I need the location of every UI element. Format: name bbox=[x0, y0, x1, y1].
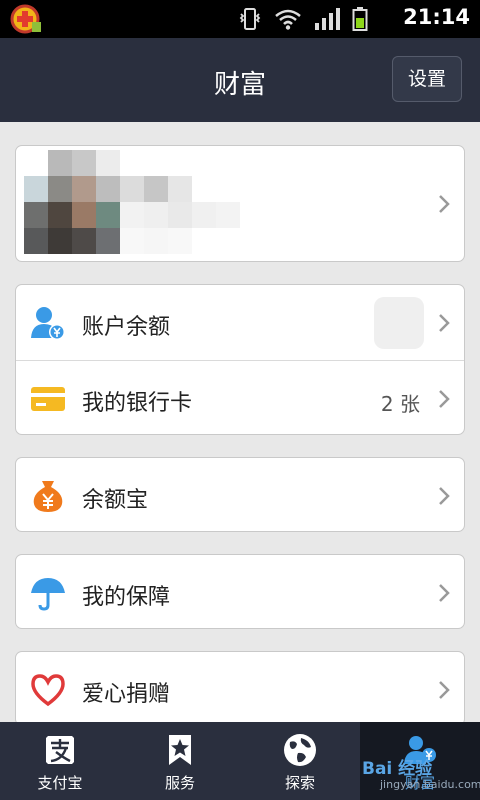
account-card: 账户余额 我的银行卡 2 张 bbox=[15, 284, 465, 435]
money-bag-icon bbox=[33, 481, 63, 512]
chevron-right-icon bbox=[439, 314, 450, 332]
chevron-right-icon bbox=[439, 681, 450, 699]
insurance-label: 我的保障 bbox=[82, 585, 171, 610]
bank-card-label: 我的银行卡 bbox=[82, 391, 193, 416]
chevron-right-icon bbox=[439, 390, 450, 408]
yuebao-card[interactable]: 余额宝 bbox=[15, 457, 465, 532]
chevron-right-icon bbox=[439, 487, 450, 505]
user-balance-icon bbox=[31, 307, 65, 340]
clock: 21:14 bbox=[403, 5, 470, 29]
account-balance-label: 账户余额 bbox=[82, 315, 171, 340]
chevron-right-icon bbox=[439, 584, 450, 602]
header-bar: 财富 设置 bbox=[0, 38, 480, 122]
yuebao-label: 余额宝 bbox=[82, 488, 149, 513]
donation-card[interactable]: 爱心捐赠 bbox=[15, 651, 465, 726]
umbrella-icon bbox=[31, 578, 65, 611]
donation-label: 爱心捐赠 bbox=[82, 682, 171, 707]
tab-alipay[interactable]: 支付宝 bbox=[0, 722, 120, 800]
baidu-watermark-url: jingyan.baidu.com bbox=[380, 778, 480, 791]
app-notification-icon bbox=[10, 4, 41, 34]
baidu-watermark: Bai 经验 bbox=[362, 759, 433, 779]
balance-value bbox=[374, 297, 424, 349]
vibrate-icon bbox=[239, 8, 261, 30]
insurance-card[interactable]: 我的保障 bbox=[15, 554, 465, 629]
signal-icon bbox=[315, 8, 340, 30]
heart-icon bbox=[31, 674, 65, 707]
bank-card-row[interactable]: 我的银行卡 2 张 bbox=[16, 361, 464, 436]
tab-label: 服务 bbox=[164, 774, 195, 792]
tab-services[interactable]: 服务 bbox=[120, 722, 240, 800]
insurance-row[interactable]: 我的保障 bbox=[16, 555, 464, 630]
avatar bbox=[24, 150, 264, 254]
account-balance-row[interactable]: 账户余额 bbox=[16, 285, 464, 360]
bank-card-count: 2 张 bbox=[380, 392, 420, 416]
alipay-icon bbox=[46, 736, 74, 764]
tab-label: 探索 bbox=[284, 774, 315, 792]
wifi-icon bbox=[275, 9, 301, 30]
settings-button[interactable]: 设置 bbox=[392, 56, 462, 102]
status-bar: 21:14 bbox=[0, 0, 480, 38]
battery-icon bbox=[352, 7, 368, 31]
profile-card[interactable] bbox=[15, 145, 465, 262]
tab-explore[interactable]: 探索 bbox=[240, 722, 360, 800]
yuebao-row[interactable]: 余额宝 bbox=[16, 458, 464, 533]
globe-icon bbox=[284, 734, 316, 766]
bank-card-icon bbox=[31, 387, 65, 411]
donation-row[interactable]: 爱心捐赠 bbox=[16, 652, 464, 727]
chevron-right-icon bbox=[439, 195, 450, 213]
bookmark-star-icon bbox=[169, 735, 191, 765]
tab-label: 支付宝 bbox=[37, 774, 83, 792]
